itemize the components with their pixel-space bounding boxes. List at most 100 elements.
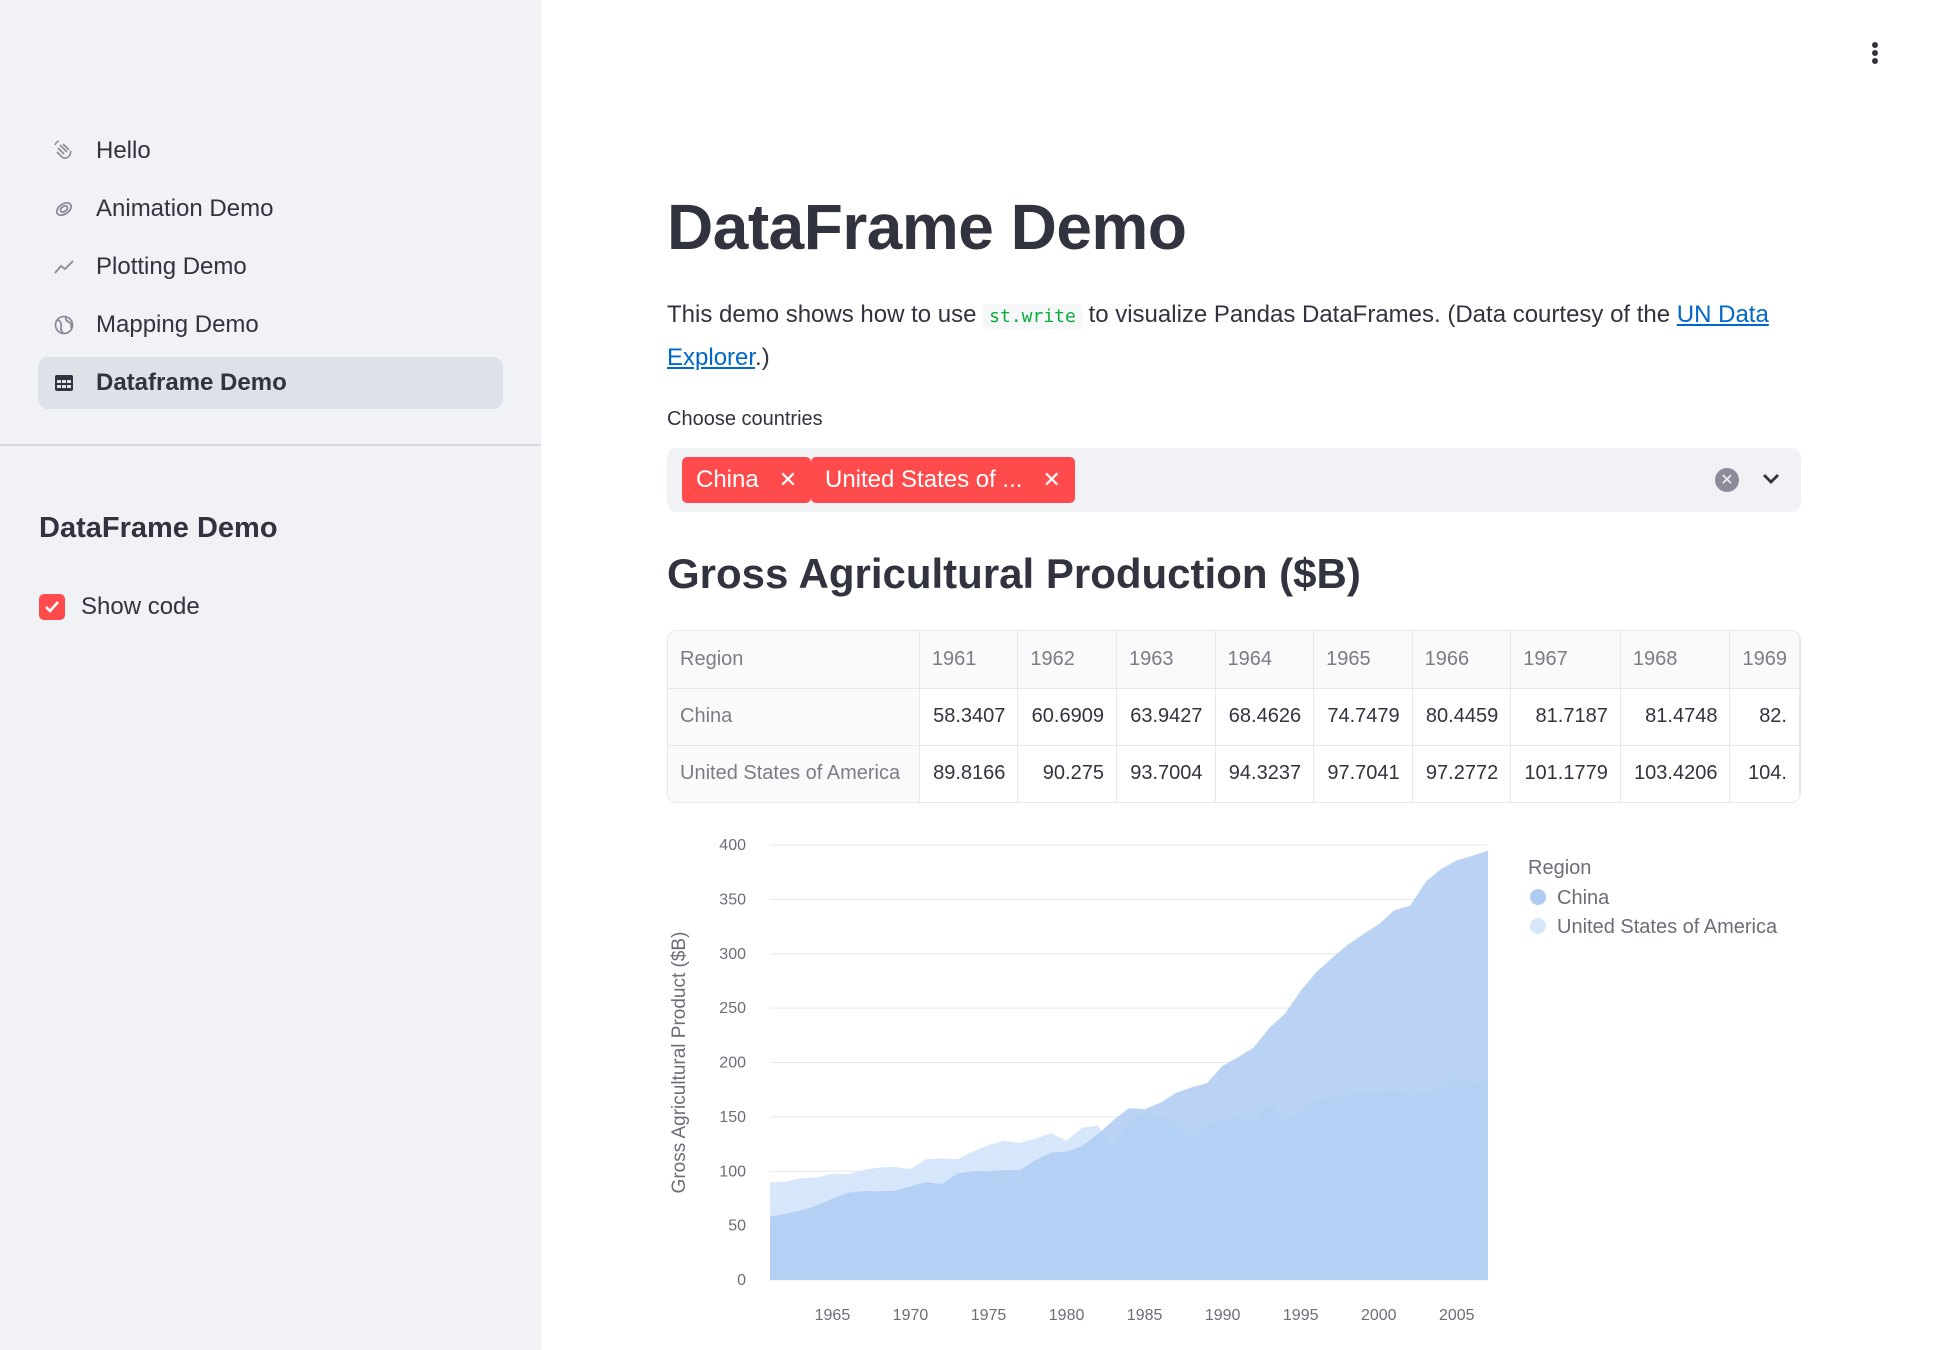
y-tick-label: 100 bbox=[719, 1163, 746, 1180]
x-tick-label: 2005 bbox=[1439, 1307, 1475, 1324]
sidebar: Hello Animation Demo Plotting Demo Mappi… bbox=[0, 0, 541, 1350]
y-tick-label: 250 bbox=[719, 1000, 746, 1017]
y-tick-label: 300 bbox=[719, 946, 746, 963]
kebab-dot bbox=[1872, 50, 1878, 56]
x-tick-label: 1975 bbox=[971, 1307, 1007, 1324]
table-cell[interactable]: 97.7041 bbox=[1313, 745, 1413, 802]
table-cell[interactable]: 90.275 bbox=[1017, 745, 1117, 802]
section-title: Gross Agricultural Production ($B) bbox=[667, 550, 1361, 597]
table-cell[interactable]: 97.2772 bbox=[1412, 745, 1512, 802]
column-header[interactable]: 1962 bbox=[1017, 631, 1117, 689]
tag-label: United States of ... bbox=[825, 466, 1023, 493]
intro-text-end: .) bbox=[755, 344, 770, 371]
sidebar-item-hello[interactable]: Hello bbox=[38, 125, 503, 177]
kebab-menu-icon bbox=[1872, 42, 1878, 48]
table-cell[interactable]: 81.7187 bbox=[1510, 688, 1621, 746]
table-cell[interactable]: 68.4626 bbox=[1215, 688, 1315, 746]
column-header[interactable]: 1969 bbox=[1729, 631, 1800, 689]
sidebar-item-animation-demo[interactable]: Animation Demo bbox=[38, 183, 503, 235]
table-cell[interactable]: 89.8166 bbox=[919, 745, 1019, 802]
table-cell[interactable]: 94.3237 bbox=[1215, 745, 1315, 802]
sidebar-nav: Hello Animation Demo Plotting Demo Mappi… bbox=[38, 125, 503, 415]
table-cell[interactable]: 60.6909 bbox=[1017, 688, 1117, 746]
legend-swatch bbox=[1530, 918, 1546, 934]
show-code-label: Show code bbox=[81, 593, 200, 620]
row-header[interactable]: United States of America bbox=[668, 745, 920, 802]
table-row: United States of America 89.8166 90.275 … bbox=[668, 745, 1800, 802]
y-tick-label: 50 bbox=[728, 1218, 746, 1235]
y-axis-label: Gross Agricultural Product ($B) bbox=[669, 932, 690, 1194]
x-tick-label: 1995 bbox=[1283, 1307, 1319, 1324]
table-cell[interactable]: 104. bbox=[1729, 745, 1800, 802]
sidebar-item-label: Mapping Demo bbox=[96, 311, 259, 338]
sidebar-item-plotting-demo[interactable]: Plotting Demo bbox=[38, 241, 503, 293]
main-menu-button[interactable] bbox=[1860, 40, 1890, 70]
show-code-checkbox-row[interactable]: Show code bbox=[39, 593, 200, 621]
country-multiselect[interactable]: China ✕ United States of ... ✕ ✕ bbox=[667, 448, 1801, 512]
column-header[interactable]: 1967 bbox=[1510, 631, 1621, 689]
sidebar-section-title: DataFrame Demo bbox=[39, 512, 278, 544]
check-icon bbox=[45, 601, 59, 613]
intro-text: This demo shows how to use st.write to v… bbox=[667, 294, 1797, 378]
intro-text-middle: to visualize Pandas DataFrames. (Data co… bbox=[1081, 301, 1677, 328]
table-cell[interactable]: 58.3407 bbox=[919, 688, 1019, 746]
wave-icon bbox=[52, 139, 76, 163]
x-tick-label: 1990 bbox=[1205, 1307, 1241, 1324]
data-table: Region 1961 1962 1963 1964 1965 1966 196… bbox=[668, 631, 1800, 802]
x-tick-label: 1965 bbox=[815, 1307, 851, 1324]
swirl-icon bbox=[52, 197, 76, 221]
column-header[interactable]: 1968 bbox=[1620, 631, 1731, 689]
column-header[interactable]: 1964 bbox=[1215, 631, 1315, 689]
x-tick-label: 1980 bbox=[1049, 1307, 1085, 1324]
remove-tag-icon[interactable]: ✕ bbox=[1042, 467, 1060, 493]
table-header-row: Region 1961 1962 1963 1964 1965 1966 196… bbox=[668, 631, 1800, 689]
y-tick-label: 150 bbox=[719, 1109, 746, 1126]
sidebar-item-label: Plotting Demo bbox=[96, 253, 247, 280]
table-cell[interactable]: 101.1779 bbox=[1510, 745, 1621, 802]
inline-code: st.write bbox=[983, 304, 1082, 329]
table-cell[interactable]: 63.9427 bbox=[1116, 688, 1216, 746]
table-cell[interactable]: 81.4748 bbox=[1620, 688, 1731, 746]
area-chart[interactable]: 0 50 100 150 200 250 300 350 400 1965 1970 1975 1980… bbox=[660, 830, 1810, 1350]
sidebar-item-label: Dataframe Demo bbox=[96, 369, 287, 396]
sidebar-item-mapping-demo[interactable]: Mapping Demo bbox=[38, 299, 503, 351]
tag-united-states: United States of ... ✕ bbox=[811, 457, 1075, 503]
column-header[interactable]: 1965 bbox=[1313, 631, 1413, 689]
tag-china: China ✕ bbox=[682, 457, 812, 503]
column-header[interactable]: Region bbox=[668, 631, 920, 689]
table-cell[interactable]: 74.7479 bbox=[1313, 688, 1413, 746]
sidebar-divider bbox=[0, 444, 541, 446]
y-tick-label: 200 bbox=[719, 1055, 746, 1072]
legend-entry: United States of America bbox=[1557, 916, 1778, 938]
row-header[interactable]: China bbox=[668, 688, 920, 746]
show-code-checkbox[interactable] bbox=[39, 594, 65, 620]
sidebar-item-label: Hello bbox=[96, 137, 151, 164]
x-tick-label: 1970 bbox=[893, 1307, 929, 1324]
table-cell[interactable]: 80.4459 bbox=[1412, 688, 1512, 746]
table-cell[interactable]: 82. bbox=[1729, 688, 1800, 746]
chevron-down-icon[interactable] bbox=[1759, 464, 1783, 494]
sidebar-item-dataframe-demo[interactable]: Dataframe Demo bbox=[38, 357, 503, 409]
x-tick-label: 1985 bbox=[1127, 1307, 1163, 1324]
x-tick-label: 2000 bbox=[1361, 1307, 1397, 1324]
column-header[interactable]: 1966 bbox=[1412, 631, 1512, 689]
page-title: DataFrame Demo bbox=[667, 191, 1187, 263]
column-header[interactable]: 1963 bbox=[1116, 631, 1216, 689]
line-chart-icon bbox=[52, 255, 76, 279]
kebab-dot bbox=[1872, 58, 1878, 64]
globe-icon bbox=[52, 313, 76, 337]
y-tick-label: 350 bbox=[719, 891, 746, 908]
column-header[interactable]: 1961 bbox=[919, 631, 1019, 689]
tag-label: China bbox=[696, 466, 759, 493]
table-cell[interactable]: 103.4206 bbox=[1620, 745, 1731, 802]
intro-text-start: This demo shows how to use bbox=[667, 301, 984, 328]
country-select-label: Choose countries bbox=[667, 408, 823, 430]
clear-all-icon[interactable]: ✕ bbox=[1715, 468, 1739, 492]
y-tick-label: 400 bbox=[719, 837, 746, 854]
y-tick-label: 0 bbox=[737, 1272, 746, 1289]
sidebar-item-label: Animation Demo bbox=[96, 195, 274, 222]
table-icon bbox=[52, 371, 76, 395]
remove-tag-icon[interactable]: ✕ bbox=[779, 467, 797, 493]
dataframe-table[interactable]: Region 1961 1962 1963 1964 1965 1966 196… bbox=[667, 630, 1801, 803]
table-cell[interactable]: 93.7004 bbox=[1116, 745, 1216, 802]
